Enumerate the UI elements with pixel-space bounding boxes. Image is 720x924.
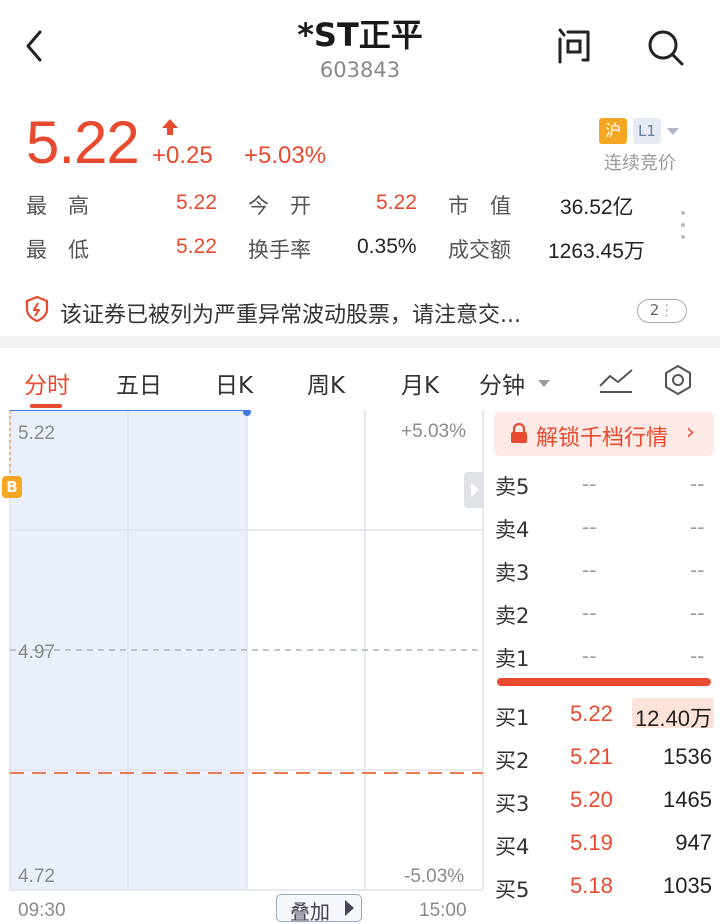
amount-value: 1263.45万 xyxy=(548,240,645,263)
page-title: *ST正平 xyxy=(297,16,423,54)
mcap-value: 36.52亿 xyxy=(560,196,634,219)
ask-1-volume: -- xyxy=(690,644,705,668)
chevron-right-icon xyxy=(471,483,479,497)
search-icon[interactable] xyxy=(644,26,688,70)
bid-3-volume: 1465 xyxy=(663,787,712,812)
alert-count-badge[interactable]: 2⋮ xyxy=(637,299,687,323)
y-tick-mid: 4.97 xyxy=(18,642,55,663)
bid-2-label: 买2 xyxy=(495,749,530,773)
ask-3-volume: -- xyxy=(690,558,705,582)
stock-code: 603843 xyxy=(319,58,401,82)
turnover-value: 0.35% xyxy=(357,235,417,258)
bid-2-volume: 1536 xyxy=(663,744,712,769)
ask-4-label: 卖4 xyxy=(495,518,530,542)
bid-1-volume: 12.40万 xyxy=(634,706,712,731)
mcap-label: 市 值 xyxy=(448,194,511,218)
alert-shield-icon xyxy=(24,295,50,323)
current-price: 5.22 xyxy=(26,109,140,176)
ask-2-volume: -- xyxy=(690,601,705,625)
risk-alert-text[interactable]: 该证券已被列为严重异常波动股票，请注意交... xyxy=(60,297,521,329)
bid-3-label: 买3 xyxy=(495,792,530,816)
ask-1-price: -- xyxy=(582,644,597,668)
play-icon xyxy=(345,900,354,916)
bid-4-volume: 947 xyxy=(675,830,712,855)
price-change: +0.25 xyxy=(152,142,213,169)
bid-ask-ratio-bar xyxy=(497,678,711,686)
ask-4-volume: -- xyxy=(690,515,705,539)
unlock-depth-label: 解锁千档行情 xyxy=(536,426,669,451)
bid-5-volume: 1035 xyxy=(663,873,712,898)
turnover-label: 换手率 xyxy=(248,238,311,262)
low-label: 最 低 xyxy=(26,238,89,262)
tab-monthly-k[interactable]: 月K xyxy=(401,366,439,400)
high-label: 最 高 xyxy=(26,194,89,218)
bid-5-label: 买5 xyxy=(495,878,530,902)
bid-1-label: 买1 xyxy=(495,706,530,730)
ask-icon[interactable] xyxy=(552,24,596,68)
ask-4-price: -- xyxy=(582,515,597,539)
trend-line-icon[interactable] xyxy=(598,366,634,394)
low-value: 5.22 xyxy=(176,235,217,258)
high-value: 5.22 xyxy=(176,191,217,214)
y-tick-high: 5.22 xyxy=(18,423,55,444)
intraday-chart-svg xyxy=(9,408,484,891)
section-divider xyxy=(0,336,720,348)
tab-daily-k[interactable]: 日K xyxy=(215,366,253,400)
overlay-label: 叠加 xyxy=(290,900,330,924)
chevron-down-icon[interactable] xyxy=(538,380,550,387)
exchange-badge: 沪 xyxy=(599,118,627,144)
tab-weekly-k[interactable]: 周K xyxy=(307,366,345,400)
ask-5-volume: -- xyxy=(690,472,705,496)
active-tab-indicator xyxy=(30,404,62,408)
tab-intraday[interactable]: 分时 xyxy=(24,366,70,400)
tab-minute[interactable]: 分钟 xyxy=(479,366,525,400)
hexagon-settings-icon[interactable] xyxy=(662,364,694,396)
ask-3-price: -- xyxy=(582,558,597,582)
amount-label: 成交额 xyxy=(448,238,511,262)
more-dots-icon[interactable] xyxy=(680,210,686,240)
chevron-down-icon[interactable] xyxy=(667,128,679,135)
trading-status: 连续竞价 xyxy=(604,153,676,174)
up-arrow-icon xyxy=(160,117,180,137)
lock-icon xyxy=(510,422,528,443)
tab-five-day[interactable]: 五日 xyxy=(116,366,162,400)
pct-tick-low: -5.03% xyxy=(404,866,465,887)
price-change-pct: +5.03% xyxy=(244,142,327,169)
y-tick-low: 4.72 xyxy=(18,866,55,887)
open-label: 今 开 xyxy=(248,194,311,218)
x-tick-end: 15:00 xyxy=(419,900,467,921)
ask-3-label: 卖3 xyxy=(495,561,530,585)
pct-tick-high: +5.03% xyxy=(401,421,466,442)
bid-4-label: 买4 xyxy=(495,835,530,859)
ask-1-label: 卖1 xyxy=(495,647,530,671)
level-badge[interactable]: L1 xyxy=(633,118,661,144)
ask-5-price: -- xyxy=(582,472,597,496)
x-tick-start: 09:30 xyxy=(18,900,66,921)
ask-2-price: -- xyxy=(582,601,597,625)
open-value: 5.22 xyxy=(376,191,417,214)
ask-5-label: 卖5 xyxy=(495,475,530,499)
buy-marker[interactable]: B xyxy=(2,476,22,498)
alert-count: 2 xyxy=(649,301,660,319)
intraday-chart[interactable] xyxy=(0,408,490,924)
ask-2-label: 卖2 xyxy=(495,604,530,628)
chevron-right-icon: › xyxy=(686,420,695,445)
